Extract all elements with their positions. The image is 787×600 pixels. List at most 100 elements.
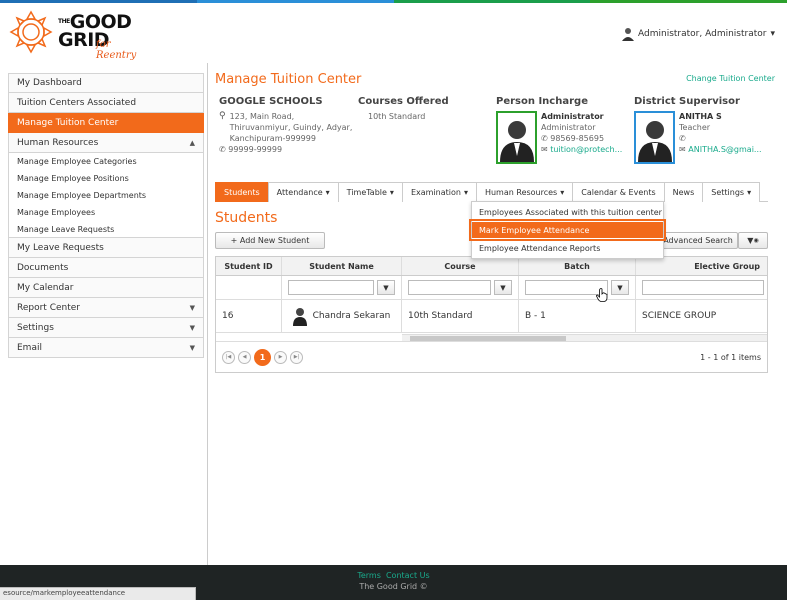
sidebar-sub-employees[interactable]: Manage Employees — [8, 204, 204, 221]
course-value: 10th Standard — [368, 112, 426, 121]
supervisor-email[interactable]: ANITHA.S@gmai... — [688, 145, 761, 154]
sidebar-item-human-resources[interactable]: Human Resources ▲ — [8, 133, 204, 153]
phone-icon: ✆ — [541, 134, 548, 143]
address-line: 123, Main Road, — [229, 112, 295, 121]
divider — [207, 63, 208, 565]
incharge-avatar — [496, 111, 537, 164]
sidebar-sub-employee-departments[interactable]: Manage Employee Departments — [8, 187, 204, 204]
column-header[interactable]: Course — [402, 257, 519, 275]
tab-students[interactable]: Students — [215, 182, 269, 202]
header: THEGOOD GRID for Reentry Administrator, … — [0, 3, 787, 63]
chevron-down-icon: ▼ — [189, 343, 195, 352]
table-row[interactable]: 16 Chandra Sekaran 10th Standard B - 1 S… — [216, 300, 767, 333]
elective-filter-input[interactable] — [642, 280, 764, 295]
sidebar-sub-employee-categories[interactable]: Manage Employee Categories — [8, 153, 204, 170]
courses-heading: Courses Offered — [358, 96, 449, 107]
cell-student-id: 16 — [216, 300, 282, 332]
tab-examination[interactable]: Examination ▾ — [401, 182, 477, 202]
tab-human-resources[interactable]: Human Resources ▾ — [475, 182, 574, 202]
menu-item-mark-employee-attendance[interactable]: Mark Employee Attendance — [469, 219, 666, 241]
filter-toggle-button[interactable]: ▼ ◉ — [738, 232, 768, 249]
last-page-icon[interactable]: ▶| — [290, 350, 303, 364]
menu-item-attendance-reports[interactable]: Employee Attendance Reports — [472, 240, 663, 256]
filter-icon[interactable]: ▼ — [494, 280, 512, 295]
chevron-down-icon: ▾ — [770, 29, 775, 39]
caret-down-icon: ▾ — [560, 188, 565, 197]
tab-calendar-events[interactable]: Calendar & Events — [572, 182, 665, 202]
course-filter-input[interactable] — [408, 280, 491, 295]
incharge-email[interactable]: tuition@protech... — [550, 145, 622, 154]
incharge-heading: Person Incharge — [496, 96, 588, 107]
user-menu[interactable]: Administrator, Administrator ▾ — [622, 27, 775, 41]
name-filter-input[interactable] — [288, 280, 374, 295]
menu-item-employees-associated[interactable]: Employees Associated with this tuition c… — [472, 204, 663, 220]
horizontal-scrollbar[interactable] — [402, 334, 767, 341]
caret-down-icon: ▾ — [747, 188, 752, 197]
terms-link[interactable]: Terms — [357, 571, 381, 580]
pager: |◀ ◀ 1 ▶ ▶| 1 - 1 of 1 items — [216, 341, 767, 372]
caret-down-icon: ▾ — [325, 188, 330, 197]
page-title: Manage Tuition Center — [215, 72, 362, 87]
incharge-role: Administrator — [541, 123, 596, 132]
module-tabs: Students Attendance ▾ TimeTable ▾ Examinat… — [215, 182, 768, 202]
filter-icon[interactable]: ▼ — [611, 280, 629, 295]
grid-header: Student ID Student Name Course Batch Ele… — [216, 257, 767, 276]
column-header[interactable]: Student Name — [282, 257, 402, 275]
sidebar-item-manage-tuition-center[interactable]: Manage Tuition Center — [8, 113, 204, 133]
courses-info: Courses Offered 10th Standard — [358, 96, 488, 122]
add-student-button[interactable]: + Add New Student — [215, 232, 325, 249]
logo[interactable]: THEGOOD GRID for Reentry — [8, 9, 148, 61]
hr-dropdown-menu: Employees Associated with this tuition c… — [469, 201, 666, 259]
incharge-name: Administrator — [541, 112, 604, 121]
eye-icon: ◉ — [753, 237, 759, 244]
sidebar-item-dashboard[interactable]: My Dashboard — [8, 73, 204, 93]
sidebar-item-my-calendar[interactable]: My Calendar — [8, 278, 204, 298]
school-phone: 99999-99999 — [228, 145, 283, 154]
filter-row: ▼ ▼ ▼ — [216, 276, 767, 300]
cell-student-name: Chandra Sekaran — [312, 311, 391, 321]
phone-icon: ✆ — [219, 145, 226, 154]
sidebar-item-documents[interactable]: Documents — [8, 258, 204, 278]
person-avatar-icon — [637, 121, 672, 162]
mail-icon: ✉ — [679, 145, 686, 154]
hand-cursor-icon — [596, 288, 608, 302]
tab-timetable[interactable]: TimeTable ▾ — [337, 182, 403, 202]
logo-prefix: THE — [58, 18, 70, 25]
advanced-search-button[interactable]: Advanced Search — [658, 232, 738, 249]
sidebar-item-settings[interactable]: Settings ▼ — [8, 318, 204, 338]
prev-page-icon[interactable]: ◀ — [238, 350, 251, 364]
filter-icon[interactable]: ▼ — [377, 280, 395, 295]
sidebar-item-my-leave-requests[interactable]: My Leave Requests — [8, 238, 204, 258]
change-tuition-center-link[interactable]: Change Tuition Center — [686, 74, 775, 83]
cell-elective: SCIENCE GROUP — [636, 300, 767, 332]
cell-course: 10th Standard — [402, 300, 519, 332]
column-header[interactable]: Student ID — [216, 257, 282, 275]
chevron-down-icon: ▼ — [189, 303, 195, 312]
column-header[interactable]: Elective Group — [636, 257, 767, 275]
tab-attendance[interactable]: Attendance ▾ — [267, 182, 339, 202]
first-page-icon[interactable]: |◀ — [222, 350, 235, 364]
user-avatar-icon — [622, 28, 635, 41]
school-info: GOOGLE SCHOOLS ⚲ 123, Main Road, Thiruva… — [219, 96, 359, 155]
sidebar-item-email[interactable]: Email ▼ — [8, 338, 204, 358]
district-supervisor: District Supervisor ANITHA S Teacher ✆ ✉… — [634, 96, 774, 164]
supervisor-role: Teacher — [679, 123, 711, 132]
status-url: esource/markemployeeattendance — [0, 587, 196, 600]
tab-news[interactable]: News — [663, 182, 704, 202]
sidebar-item-tuition-centers[interactable]: Tuition Centers Associated — [8, 93, 204, 113]
current-page[interactable]: 1 — [254, 348, 271, 366]
contact-link[interactable]: Contact Us — [386, 571, 430, 580]
mail-icon: ✉ — [541, 145, 548, 154]
sidebar-sub-leave-requests[interactable]: Manage Leave Requests — [8, 221, 204, 238]
sidebar-sub-employee-positions[interactable]: Manage Employee Positions — [8, 170, 204, 187]
tab-settings[interactable]: Settings ▾ — [702, 182, 761, 202]
column-header[interactable]: Batch — [519, 257, 636, 275]
phone-icon: ✆ — [679, 134, 686, 143]
sidebar: My Dashboard Tuition Centers Associated … — [8, 73, 204, 358]
sidebar-item-report-center[interactable]: Report Center ▼ — [8, 298, 204, 318]
cell-batch: B - 1 — [519, 300, 636, 332]
supervisor-heading: District Supervisor — [634, 96, 740, 107]
next-page-icon[interactable]: ▶ — [274, 350, 287, 364]
person-incharge: Person Incharge Administrator Administra… — [496, 96, 632, 164]
address-line: Thiruvanmiyur, Guindy, Adyar, — [229, 123, 353, 132]
